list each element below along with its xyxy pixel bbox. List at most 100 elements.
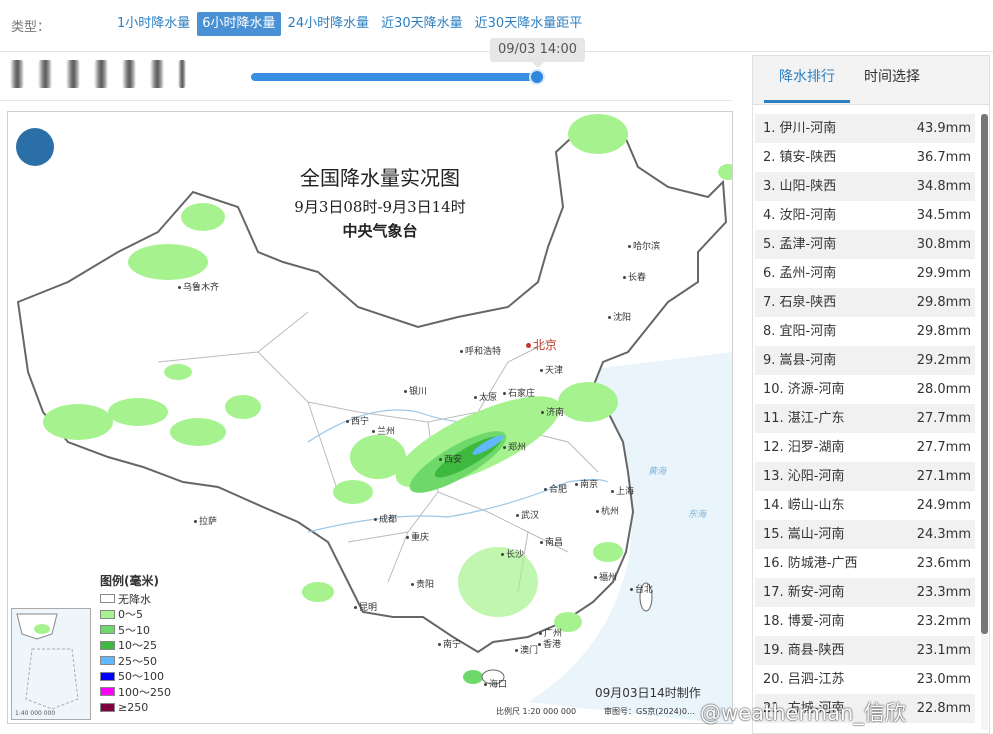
station-name: 14. 崂山-山东 bbox=[763, 498, 845, 513]
page: 类型： 1小时降水量 6小时降水量 24小时降水量 近30天降水量 近30天降水… bbox=[0, 0, 993, 734]
station-name: 20. 吕泗-江苏 bbox=[763, 672, 845, 687]
legend-label: ≥250 bbox=[118, 700, 149, 714]
ranking-row[interactable]: 8. 宜阳-河南 29.8mm bbox=[755, 317, 975, 346]
ranking-row[interactable]: 4. 汝阳-河南 34.5mm bbox=[755, 201, 975, 230]
legend-swatch bbox=[100, 625, 115, 635]
precip-map: 全国降水量实况图 9月3日08时-9月3日14时 中央气象台 乌鲁木齐 哈尔滨 … bbox=[7, 111, 733, 724]
ranking-row[interactable]: 10. 济源-河南 28.0mm bbox=[755, 375, 975, 404]
city-label: 长春 bbox=[623, 270, 646, 283]
city-label: 石家庄 bbox=[503, 386, 535, 399]
ranking-row[interactable]: 15. 嵩山-河南 24.3mm bbox=[755, 520, 975, 549]
ranking-row[interactable]: 11. 湛江-广东 27.7mm bbox=[755, 404, 975, 433]
frame-button[interactable] bbox=[122, 60, 136, 88]
ranking-row[interactable]: 19. 商县-陕西 23.1mm bbox=[755, 636, 975, 665]
ranking-row[interactable]: 3. 山阳-陕西 34.8mm bbox=[755, 172, 975, 201]
precip-value: 29.8mm bbox=[916, 295, 971, 310]
city-label: 武汉 bbox=[516, 508, 539, 521]
legend-item: 100～250 bbox=[100, 684, 192, 700]
city-label: 澳门 bbox=[515, 643, 538, 656]
legend-item: 5～10 bbox=[100, 622, 192, 638]
ranking-row[interactable]: 1. 伊川-河南 43.9mm bbox=[755, 114, 975, 143]
legend-swatch bbox=[100, 671, 115, 681]
divider bbox=[0, 100, 732, 101]
tab-time-select[interactable]: 时间选择 bbox=[857, 56, 927, 103]
station-name: 4. 汝阳-河南 bbox=[763, 208, 837, 223]
frame-button[interactable] bbox=[38, 60, 52, 88]
frame-button[interactable] bbox=[150, 60, 164, 88]
tab-30d-anomaly[interactable]: 近30天降水量距平 bbox=[470, 12, 588, 36]
precip-value: 27.7mm bbox=[916, 411, 971, 426]
station-name: 6. 孟州-河南 bbox=[763, 266, 837, 281]
tab-6h-precip[interactable]: 6小时降水量 bbox=[197, 12, 281, 36]
legend-item: ≥250 bbox=[100, 700, 192, 716]
tab-1h-precip[interactable]: 1小时降水量 bbox=[112, 12, 195, 36]
station-name: 18. 博爱-河南 bbox=[763, 614, 845, 629]
ranking-row[interactable]: 6. 孟州-河南 29.9mm bbox=[755, 259, 975, 288]
legend-swatch bbox=[100, 640, 115, 650]
ranking-scrollbar[interactable] bbox=[981, 114, 988, 730]
precip-value: 27.7mm bbox=[916, 440, 971, 455]
ranking-row[interactable]: 16. 防城港-广西 23.6mm bbox=[755, 549, 975, 578]
precip-value: 30.8mm bbox=[916, 237, 971, 252]
ranking-row[interactable]: 2. 镇安-陕西 36.7mm bbox=[755, 143, 975, 172]
map-scale: 比例尺 1:20 000 000 bbox=[496, 707, 577, 716]
frame-button[interactable] bbox=[66, 60, 80, 88]
map-approval: 审图号：GS京(2024)0… bbox=[604, 707, 695, 716]
frame-button[interactable] bbox=[178, 60, 186, 88]
ranking-row[interactable]: 14. 崂山-山东 24.9mm bbox=[755, 491, 975, 520]
frame-button[interactable] bbox=[10, 60, 24, 88]
time-slider-handle[interactable] bbox=[529, 69, 545, 85]
scrollbar-thumb[interactable] bbox=[981, 114, 988, 634]
ranking-row[interactable]: 13. 沁阳-河南 27.1mm bbox=[755, 462, 975, 491]
city-label: 西安 bbox=[439, 452, 462, 465]
time-tooltip: 09/03 14:00 bbox=[490, 38, 585, 68]
station-name: 7. 石泉-陕西 bbox=[763, 295, 837, 310]
tab-24h-precip[interactable]: 24小时降水量 bbox=[283, 12, 375, 36]
legend-swatch bbox=[100, 594, 115, 604]
tab-precip-ranking[interactable]: 降水排行 bbox=[764, 56, 850, 103]
station-name: 1. 伊川-河南 bbox=[763, 121, 837, 136]
ranking-row[interactable]: 20. 吕泗-江苏 23.0mm bbox=[755, 665, 975, 694]
ranking-row[interactable]: 17. 新安-河南 23.3mm bbox=[755, 578, 975, 607]
city-label: 福州 bbox=[594, 570, 617, 583]
station-name: 9. 嵩县-河南 bbox=[763, 353, 837, 368]
station-name: 17. 新安-河南 bbox=[763, 585, 845, 600]
city-label: 南京 bbox=[575, 477, 598, 490]
cma-logo bbox=[16, 128, 54, 166]
city-label: 合肥 bbox=[544, 482, 567, 495]
city-label: 呼和浩特 bbox=[460, 344, 501, 357]
type-label: 类型： bbox=[11, 20, 51, 35]
precip-value: 29.8mm bbox=[916, 324, 971, 339]
ranking-row[interactable]: 18. 博爱-河南 23.2mm bbox=[755, 607, 975, 636]
city-label: 兰州 bbox=[372, 424, 395, 437]
ranking-panel: 降水排行 时间选择 1. 伊川-河南 43.9mm 2. 镇安-陕西 36.7mm 3.… bbox=[752, 55, 990, 734]
city-label: 香港 bbox=[538, 637, 561, 650]
sea-label: 黄海 bbox=[648, 467, 667, 477]
legend-label: 10～25 bbox=[118, 639, 157, 653]
precip-value: 29.2mm bbox=[916, 353, 971, 368]
station-name: 15. 嵩山-河南 bbox=[763, 527, 845, 542]
ranking-row[interactable]: 7. 石泉-陕西 29.8mm bbox=[755, 288, 975, 317]
precip-value: 23.3mm bbox=[916, 585, 971, 600]
ranking-row[interactable]: 5. 孟津-河南 30.8mm bbox=[755, 230, 975, 259]
inset-map bbox=[12, 609, 90, 719]
tab-30d-precip[interactable]: 近30天降水量 bbox=[376, 12, 468, 36]
precip-value: 22.8mm bbox=[916, 701, 971, 716]
ranking-list: 1. 伊川-河南 43.9mm 2. 镇安-陕西 36.7mm 3. 山阳-陕西 34.8… bbox=[755, 114, 975, 723]
city-label: 南宁 bbox=[438, 637, 461, 650]
ranking-row[interactable]: 9. 嵩县-河南 29.2mm bbox=[755, 346, 975, 375]
map-title: 全国降水量实况图 bbox=[300, 166, 460, 190]
time-slider[interactable] bbox=[251, 69, 545, 85]
station-name: 10. 济源-河南 bbox=[763, 382, 845, 397]
precip-value: 28.0mm bbox=[916, 382, 971, 397]
station-name: 19. 商县-陕西 bbox=[763, 643, 845, 658]
capital-label: 北京 bbox=[526, 336, 557, 353]
precip-value: 24.9mm bbox=[916, 498, 971, 513]
city-label: 济南 bbox=[541, 405, 564, 418]
legend-item: 50～100 bbox=[100, 669, 192, 685]
station-name: 8. 宜阳-河南 bbox=[763, 324, 837, 339]
time-slider-fill bbox=[251, 73, 541, 81]
ranking-row[interactable]: 12. 汨罗-湖南 27.7mm bbox=[755, 433, 975, 462]
frame-button[interactable] bbox=[94, 60, 108, 88]
legend-item: 10～25 bbox=[100, 638, 192, 654]
